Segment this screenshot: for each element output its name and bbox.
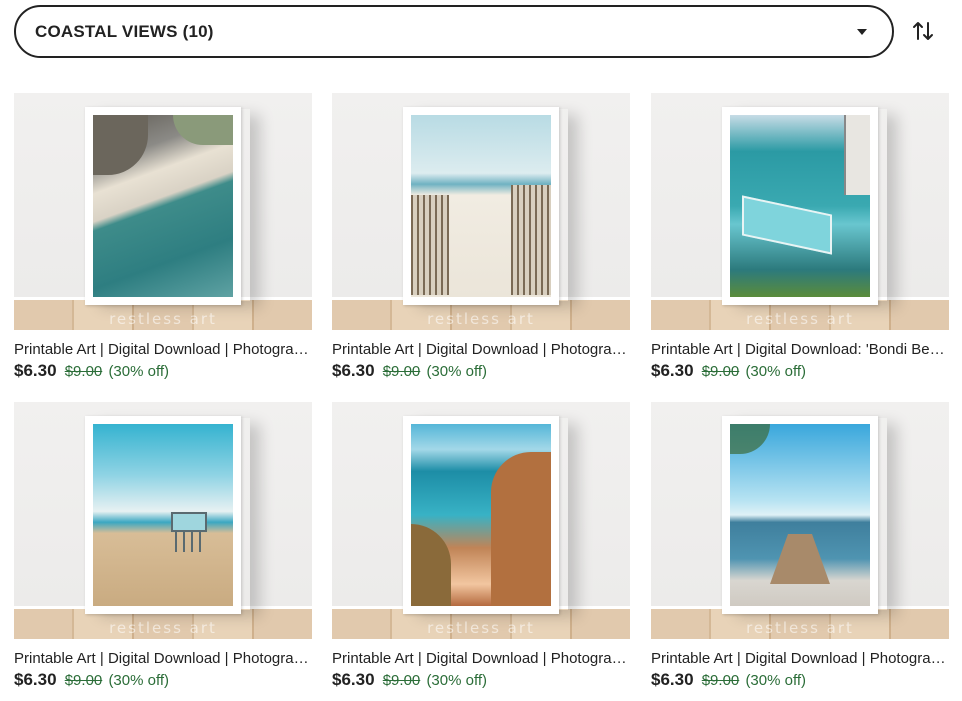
product-image[interactable]: restless art xyxy=(332,402,630,639)
product-title[interactable]: Printable Art | Digital Download | Photo… xyxy=(14,650,312,668)
sale-price: $6.30 xyxy=(332,670,375,689)
watermark: restless art xyxy=(109,310,217,328)
watermark: restless art xyxy=(427,619,535,637)
section-filter-label: COASTAL VIEWS (10) xyxy=(35,21,214,41)
sale-price: $6.30 xyxy=(332,361,375,380)
sort-button[interactable] xyxy=(906,14,940,48)
watermark: restless art xyxy=(109,619,217,637)
original-price: $9.00 xyxy=(701,363,740,380)
price-row: $6.30 $9.00 (30% off) xyxy=(332,361,630,382)
picture-frame xyxy=(722,416,878,614)
product-card[interactable]: restless art Printable Art | Digital Dow… xyxy=(651,93,949,382)
discount-label: (30% off) xyxy=(426,363,488,380)
product-title[interactable]: Printable Art | Digital Download: 'Bondi… xyxy=(651,341,949,359)
product-image[interactable]: restless art xyxy=(651,402,949,639)
watermark: restless art xyxy=(427,310,535,328)
sale-price: $6.30 xyxy=(651,361,694,380)
sale-price: $6.30 xyxy=(14,361,57,380)
price-row: $6.30 $9.00 (30% off) xyxy=(651,361,949,382)
picture-frame xyxy=(85,416,241,614)
discount-label: (30% off) xyxy=(745,363,807,380)
sale-price: $6.30 xyxy=(651,670,694,689)
photo-beach-path xyxy=(411,115,551,297)
product-title[interactable]: Printable Art | Digital Download | Photo… xyxy=(332,650,630,668)
product-image[interactable]: restless art xyxy=(651,93,949,330)
chevron-down-icon xyxy=(857,28,867,35)
product-card[interactable]: restless art Printable Art | Digital Dow… xyxy=(332,402,630,691)
section-filter-dropdown[interactable]: COASTAL VIEWS (10) xyxy=(14,5,894,58)
sale-price: $6.30 xyxy=(14,670,57,689)
price-row: $6.30 $9.00 (30% off) xyxy=(651,670,949,691)
product-card[interactable]: restless art Printable Art | Digital Dow… xyxy=(14,93,312,382)
product-image[interactable]: restless art xyxy=(332,93,630,330)
discount-label: (30% off) xyxy=(108,672,170,689)
discount-label: (30% off) xyxy=(426,672,488,689)
picture-frame xyxy=(403,416,559,614)
photo-coastal-cove xyxy=(93,115,233,297)
product-card[interactable]: restless art Printable Art | Digital Dow… xyxy=(651,402,949,691)
photo-lifeguard-tower xyxy=(93,424,233,606)
product-title[interactable]: Printable Art | Digital Download | Photo… xyxy=(651,650,949,668)
product-title[interactable]: Printable Art | Digital Download | Photo… xyxy=(14,341,312,359)
picture-frame xyxy=(722,107,878,305)
original-price: $9.00 xyxy=(64,672,103,689)
price-row: $6.30 $9.00 (30% off) xyxy=(14,670,312,691)
price-row: $6.30 $9.00 (30% off) xyxy=(332,670,630,691)
original-price: $9.00 xyxy=(64,363,103,380)
photo-rocky-cove xyxy=(411,424,551,606)
picture-frame xyxy=(403,107,559,305)
product-card[interactable]: restless art Printable Art | Digital Dow… xyxy=(332,93,630,382)
watermark: restless art xyxy=(746,310,854,328)
original-price: $9.00 xyxy=(701,672,740,689)
original-price: $9.00 xyxy=(382,363,421,380)
photo-dock-pier xyxy=(730,424,870,606)
photo-ocean-pool xyxy=(730,115,870,297)
product-image[interactable]: restless art xyxy=(14,93,312,330)
discount-label: (30% off) xyxy=(108,363,170,380)
product-image[interactable]: restless art xyxy=(14,402,312,639)
product-title[interactable]: Printable Art | Digital Download | Photo… xyxy=(332,341,630,359)
original-price: $9.00 xyxy=(382,672,421,689)
watermark: restless art xyxy=(746,619,854,637)
price-row: $6.30 $9.00 (30% off) xyxy=(14,361,312,382)
sort-arrows-icon xyxy=(913,22,933,40)
picture-frame xyxy=(85,107,241,305)
product-card[interactable]: restless art Printable Art | Digital Dow… xyxy=(14,402,312,691)
discount-label: (30% off) xyxy=(745,672,807,689)
